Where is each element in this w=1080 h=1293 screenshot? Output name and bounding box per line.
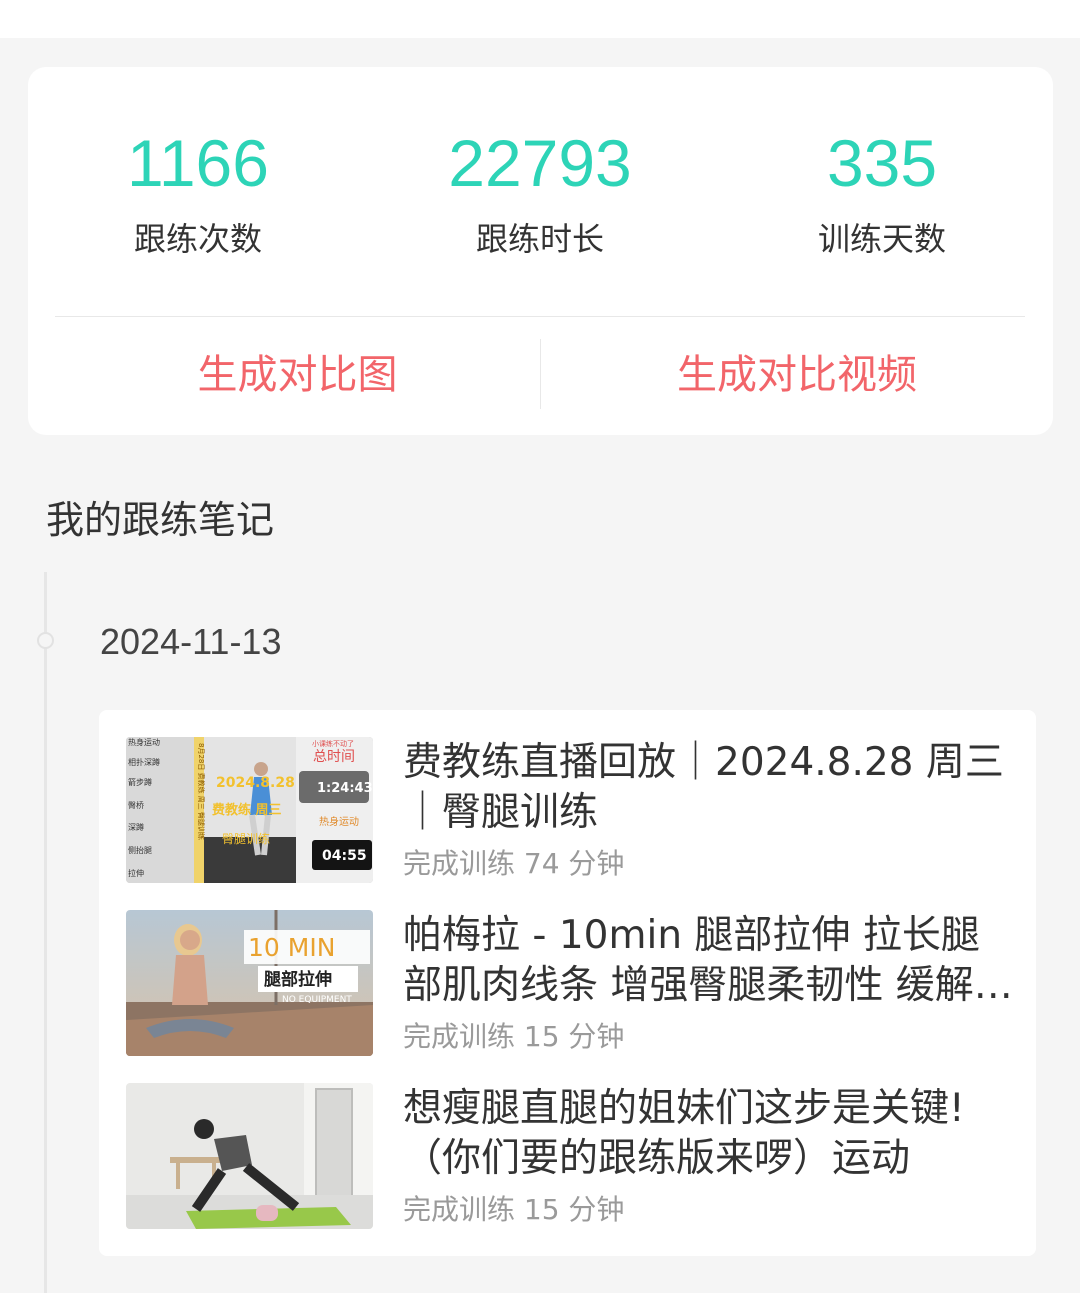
thumbnail-art: 10 MIN 腿部拉伸 NO EQUIPMENT (126, 910, 373, 1056)
thumb-date-text: 2024.8.28 (216, 775, 295, 791)
thumb-topic-text: 臀腿训练 (222, 831, 270, 846)
timeline-dot (37, 632, 54, 649)
video-thumbnail[interactable] (126, 1083, 373, 1229)
stat-value: 335 (826, 126, 938, 200)
record-subtitle: 完成训练 15 分钟 (403, 1020, 625, 1053)
records-card: 热身运动 相扑深蹲 箭步蹲 臀桥 深蹲 侧抬腿 拉伸 8月28日 费教练 周三 … (99, 710, 1036, 1256)
thumb-total-time: 1:24:43 (317, 781, 373, 796)
thumb-menu-item: 深蹲 (128, 822, 144, 832)
list-item-record-3[interactable]: 想瘦腿直腿的姐妹们这步是关键!（你们要的跟练版来啰）运动 完成训练 15 分钟 (99, 1056, 1036, 1229)
card-divider (55, 316, 1025, 317)
timeline-date: 2024-11-13 (100, 621, 282, 662)
thumb-coach-text: 费教练 周三 (212, 802, 282, 818)
generate-compare-video-button[interactable]: 生成对比视频 (541, 347, 1053, 403)
thumbnail-art: 热身运动 相扑深蹲 箭步蹲 臀桥 深蹲 侧抬腿 拉伸 8月28日 费教练 周三 … (126, 737, 373, 883)
record-subtitle: 完成训练 15 分钟 (403, 1193, 625, 1226)
stat-value: 1166 (127, 126, 269, 200)
thumb-warmup-label: 热身运动 (319, 815, 359, 828)
list-item-record-2[interactable]: 10 MIN 腿部拉伸 NO EQUIPMENT 帕梅拉 - 10min 腿部拉… (99, 883, 1036, 1056)
thumb-menu-item: 热身运动 (128, 737, 160, 747)
thumb-side-text: 8月28日 费教练 周三 臀腿训练 (197, 743, 206, 840)
thumb-menu-item: 箭步蹲 (128, 777, 152, 787)
thumb-duration: 04:55 (322, 848, 367, 864)
thumb-top-note: 小课练不动了 (312, 739, 354, 748)
thumb-total-label: 总时间 (313, 749, 355, 765)
thumb-cn-text: 腿部拉伸 (264, 969, 332, 990)
stat-label: 训练天数 (817, 220, 946, 258)
thumb-menu-item: 侧抬腿 (128, 845, 152, 855)
video-thumbnail[interactable]: 10 MIN 腿部拉伸 NO EQUIPMENT (126, 910, 373, 1056)
top-header-strip (0, 0, 1080, 38)
section-title: 我的跟练笔记 (46, 498, 275, 542)
thumb-menu-item: 相扑深蹲 (128, 757, 160, 767)
thumbnail-art (126, 1083, 373, 1229)
video-thumbnail[interactable]: 热身运动 相扑深蹲 箭步蹲 臀桥 深蹲 侧抬腿 拉伸 8月28日 费教练 周三 … (126, 737, 373, 883)
list-item-record-1[interactable]: 热身运动 相扑深蹲 箭步蹲 臀桥 深蹲 侧抬腿 拉伸 8月28日 费教练 周三 … (99, 710, 1036, 883)
thumb-menu-item: 臀桥 (128, 800, 144, 810)
record-title: 想瘦腿直腿的姐妹们这步是关键!（你们要的跟练版来啰）运动 (403, 1086, 965, 1181)
thumb-small-text: NO EQUIPMENT (282, 995, 352, 1005)
stat-value: 22793 (448, 126, 632, 200)
stat-label: 跟练时长 (475, 220, 604, 258)
record-subtitle: 完成训练 74 分钟 (403, 847, 625, 880)
stat-label: 跟练次数 (133, 220, 262, 258)
generate-compare-image-button[interactable]: 生成对比图 (55, 347, 540, 403)
timeline-line (44, 572, 47, 1293)
record-title: 帕梅拉 - 10min 腿部拉伸 拉长腿部肌肉线条 增强臀腿柔韧性 缓解酸痛 (403, 913, 1013, 1008)
thumb-big-text: 10 MIN (248, 933, 335, 962)
thumb-menu-item: 拉伸 (128, 868, 144, 878)
record-title: 费教练直播回放｜2024.8.28 周三｜臀腿训练 (403, 740, 1004, 835)
stats-card: 1166 跟练次数 22793 跟练时长 335 训练天数 生成对比图 生成对比… (28, 67, 1053, 435)
